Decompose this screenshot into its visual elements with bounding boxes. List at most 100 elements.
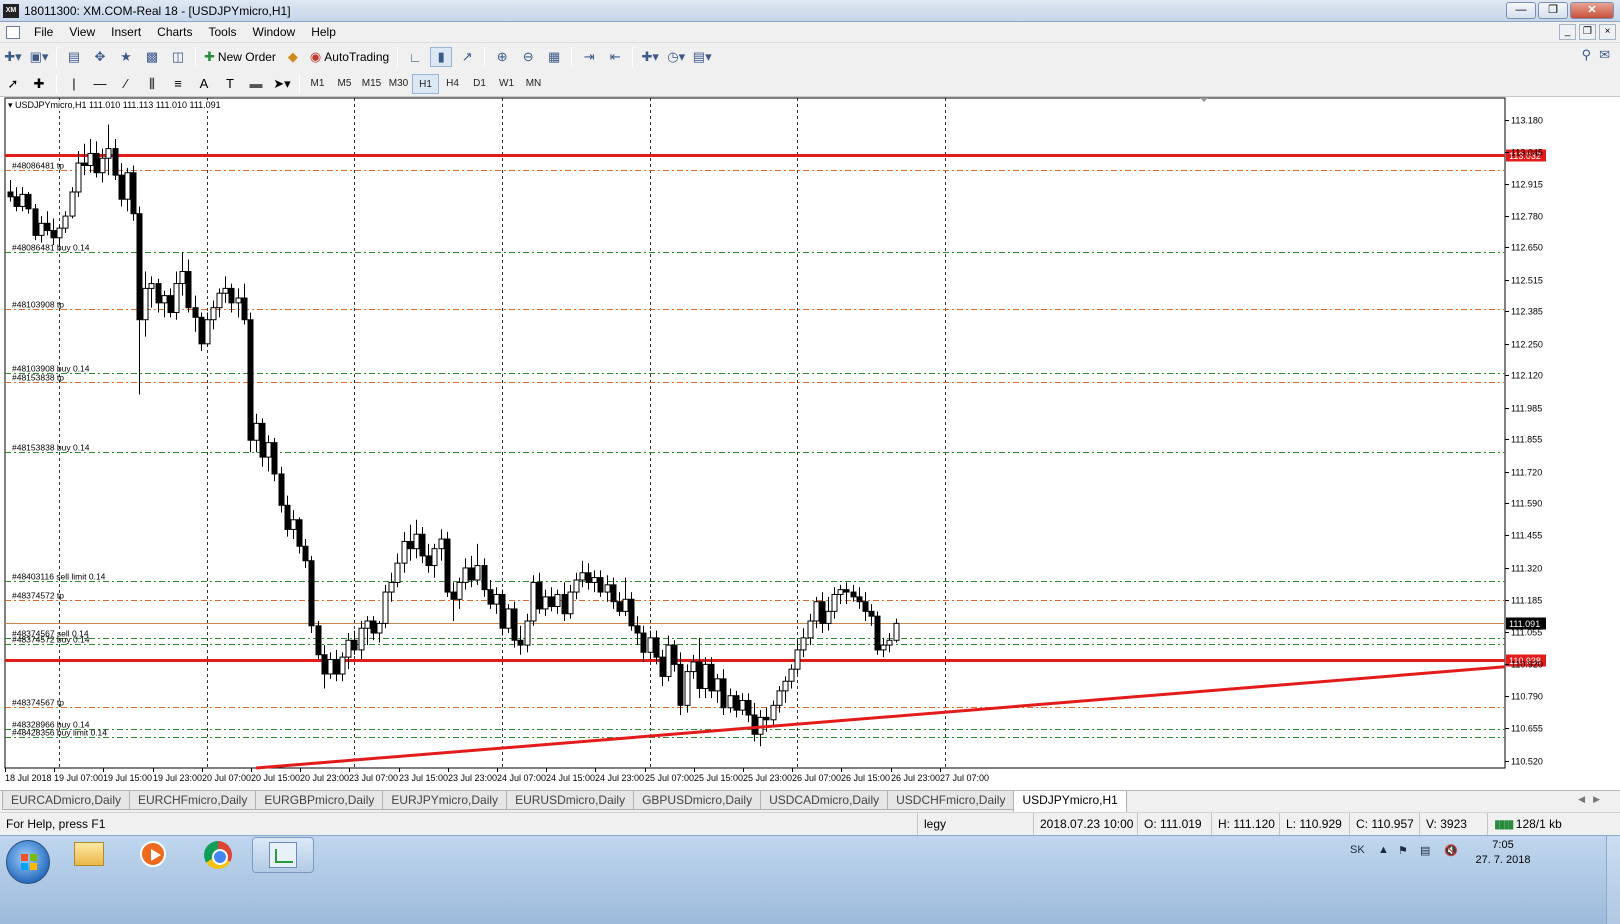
menu-insert[interactable]: Insert [103, 25, 149, 39]
bull-candle [770, 704, 777, 721]
zoom-out-icon[interactable]: ⊖ [517, 47, 539, 67]
arrows-icon[interactable]: ➤▾ [271, 74, 293, 94]
menu-file[interactable]: File [26, 25, 61, 39]
price-chart[interactable]: 113.032#48086481 tp#48086481 buy 0.14#48… [0, 97, 1620, 790]
data-window-icon[interactable]: ✥ [89, 47, 111, 67]
close-button[interactable]: ✕ [1570, 2, 1614, 19]
mdi-restore-button[interactable]: ❐ [1579, 24, 1596, 40]
auto-scroll-icon[interactable]: ⇥ [578, 47, 600, 67]
menu-help[interactable]: Help [303, 25, 344, 39]
autotrading-button[interactable]: ◉ AutoTrading [306, 46, 393, 68]
terminal-icon[interactable]: ▩ [141, 47, 163, 67]
menu-window[interactable]: Window [245, 25, 304, 39]
clock-date[interactable]: 27. 7. 2018 [1473, 854, 1533, 866]
taskbar-explorer[interactable] [60, 837, 122, 873]
tile-windows-icon[interactable]: ▦ [543, 47, 565, 67]
chart-window[interactable]: 113.032 #48086481 tp #48086481 buy 0.14 #48… [0, 97, 1620, 790]
minimize-button[interactable]: — [1506, 2, 1536, 19]
bull-candle [431, 548, 438, 567]
chat-icon[interactable]: ✉ [1599, 47, 1610, 63]
network-icon[interactable]: ▤ [1420, 844, 1430, 857]
tab-gbpusd[interactable]: GBPUSDmicro,Daily [633, 791, 762, 810]
bear-candle [856, 596, 863, 603]
mdi-minimize-button[interactable]: _ [1559, 24, 1576, 40]
tab-eurjpy[interactable]: EURJPYmicro,Daily [382, 791, 508, 810]
timeframe-m30[interactable]: M30 [385, 74, 412, 94]
timeframe-d1[interactable]: D1 [466, 74, 493, 94]
x-tick-label: 26 Jul 23:00 [891, 773, 940, 783]
profiles-icon[interactable]: ▣▾ [28, 47, 50, 67]
restore-button[interactable]: ❐ [1538, 2, 1568, 19]
timeframe-m1[interactable]: M1 [304, 74, 331, 94]
tab-eurcad[interactable]: EURCADmicro,Daily [2, 791, 131, 810]
bull-candle [579, 572, 586, 581]
indicators-icon[interactable]: ✚▾ [639, 47, 661, 67]
metaeditor-icon[interactable]: ◆ [282, 47, 304, 67]
volume-muted-icon[interactable]: 🔇 [1444, 844, 1458, 857]
strategy-tester-icon[interactable]: ◫ [167, 47, 189, 67]
tab-usdchf[interactable]: USDCHFmicro,Daily [887, 791, 1015, 810]
bull-candle [622, 598, 629, 612]
horizontal-line-icon[interactable]: — [89, 74, 111, 94]
bar-chart-icon[interactable]: ∟ [404, 47, 426, 67]
timeframe-mn[interactable]: MN [520, 74, 547, 94]
order-line-label: #48103908 tp [12, 300, 64, 310]
bull-candle [782, 680, 789, 692]
timeframe-w1[interactable]: W1 [493, 74, 520, 94]
equidistant-channel-icon[interactable]: ⫼ [141, 74, 163, 94]
bear-candle [487, 589, 494, 605]
timeframe-h4[interactable]: H4 [439, 74, 466, 94]
line-chart-icon[interactable]: ↗ [456, 47, 478, 67]
menu-view[interactable]: View [61, 25, 103, 39]
chart-shift-icon[interactable]: ⇤ [604, 47, 626, 67]
cursor-icon[interactable]: ➚ [2, 74, 24, 94]
text-icon[interactable]: A [193, 74, 215, 94]
bull-candle [813, 601, 820, 622]
rectangle-icon[interactable]: ▬ [245, 74, 267, 94]
menu-tools[interactable]: Tools [201, 25, 245, 39]
zoom-in-icon[interactable]: ⊕ [491, 47, 513, 67]
navigator-icon[interactable]: ★ [115, 47, 137, 67]
vertical-line-icon[interactable]: | [63, 74, 85, 94]
bull-candle [530, 581, 537, 622]
new-order-button[interactable]: ✚ New Order [200, 46, 280, 68]
bull-candle [222, 287, 229, 294]
folder-icon [74, 842, 104, 866]
taskbar-metatrader[interactable] [252, 837, 314, 873]
bear-candle [634, 625, 641, 634]
language-indicator[interactable]: SK [1350, 844, 1365, 856]
tab-usdcad[interactable]: USDCADmicro,Daily [760, 791, 889, 810]
templates-icon[interactable]: ▤▾ [691, 47, 713, 67]
timeframe-h1[interactable]: H1 [412, 73, 439, 94]
start-button[interactable] [6, 840, 50, 884]
tray-expand-icon[interactable]: ▲ [1378, 844, 1389, 856]
show-desktop-button[interactable] [1606, 836, 1620, 924]
bull-candle [456, 581, 463, 600]
market-watch-icon[interactable]: ▤ [63, 47, 85, 67]
crosshair-icon[interactable]: ✚ [28, 74, 50, 94]
clock-time[interactable]: 7:05 [1473, 839, 1533, 851]
document-icon[interactable] [6, 25, 20, 39]
taskbar-chrome[interactable] [188, 837, 250, 873]
trendline-icon[interactable]: ∕ [115, 74, 137, 94]
tab-eurusd[interactable]: EURUSDmicro,Daily [506, 791, 635, 810]
periods-icon[interactable]: ◷▾ [665, 47, 687, 67]
action-center-icon[interactable]: ⚑ [1398, 844, 1408, 857]
taskbar-media-player[interactable] [124, 837, 186, 873]
tab-eurgbp[interactable]: EURGBPmicro,Daily [255, 791, 384, 810]
new-chart-icon[interactable]: ✚▾ [2, 47, 24, 67]
candlestick-icon[interactable]: ▮ [430, 47, 453, 67]
tab-usdjpy[interactable]: USDJPYmicro,H1 [1013, 791, 1127, 812]
bear-candle [278, 473, 285, 506]
bull-candle [739, 700, 746, 711]
timeframe-m15[interactable]: M15 [358, 74, 385, 94]
tab-eurchf[interactable]: EURCHFmicro,Daily [129, 791, 257, 810]
status-volume: V: 3923 [1419, 813, 1467, 835]
text-label-icon[interactable]: T [219, 74, 241, 94]
search-icon[interactable]: ⚲ [1582, 47, 1592, 63]
menu-charts[interactable]: Charts [149, 25, 200, 39]
tab-scroll-arrows[interactable]: ◀▶ [1578, 794, 1608, 805]
fibonacci-icon[interactable]: ≡ [167, 74, 189, 94]
timeframe-m5[interactable]: M5 [331, 74, 358, 94]
mdi-close-button[interactable]: × [1599, 24, 1616, 40]
